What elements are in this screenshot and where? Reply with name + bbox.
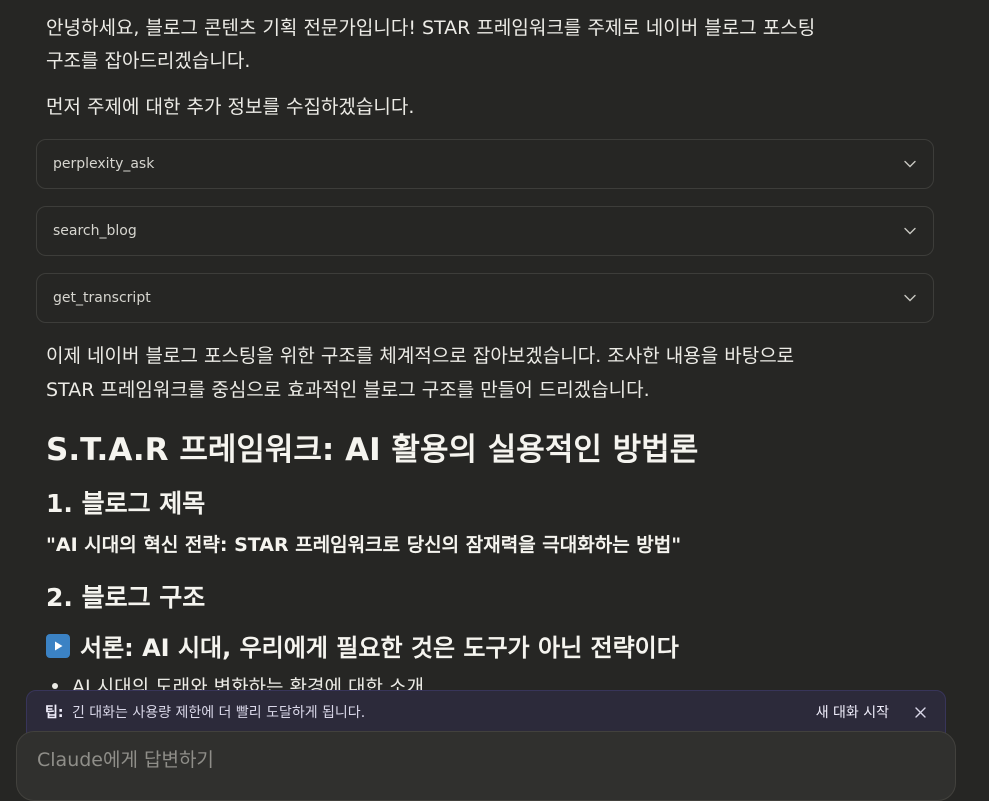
tool-call-name: perplexity_ask [53, 156, 155, 172]
after-tools-line-1: 이제 네이버 블로그 포스팅을 위한 구조를 체계적으로 잡아보겠습니다. 조사… [46, 345, 795, 367]
chevron-down-icon [903, 291, 917, 305]
intro-line-3: 먼저 주제에 대한 추가 정보를 수집하겠습니다. [46, 96, 415, 118]
reply-input[interactable] [35, 748, 919, 772]
tool-call-search-blog[interactable]: search_blog [36, 206, 934, 256]
blog-title-quote: "AI 시대의 혁신 전략: STAR 프레임워크로 당신의 잠재력을 극대화하… [46, 534, 682, 556]
tip-text-wrapper: 팁: 긴 대화는 사용량 제한에 더 빨리 도달하게 됩니다. [45, 702, 816, 722]
tip-text: 긴 대화는 사용량 제한에 더 빨리 도달하게 됩니다. [71, 705, 366, 721]
usage-tip-banner: 팁: 긴 대화는 사용량 제한에 더 빨리 도달하게 됩니다. 새 대화 시작 [26, 690, 946, 734]
intro-line-2: 구조를 잡아드리겠습니다. [46, 50, 251, 72]
tool-call-perplexity-ask[interactable]: perplexity_ask [36, 139, 934, 189]
close-icon[interactable] [913, 705, 927, 719]
intro-subheading: 서론: AI 시대, 우리에게 필요한 것은 도구가 아닌 전략이다 [46, 628, 679, 663]
chevron-down-icon [903, 157, 917, 171]
intro-line-1: 안녕하세요, 블로그 콘텐츠 기획 전문가입니다! STAR 프레임워크를 주제… [46, 17, 816, 39]
tool-call-get-transcript[interactable]: get_transcript [36, 273, 934, 323]
tip-label: 팁: [45, 705, 64, 721]
tool-call-name: get_transcript [53, 290, 151, 306]
tool-call-name: search_blog [53, 223, 137, 239]
section-1-heading: 1. 블로그 제목 [46, 489, 206, 518]
message-composer [16, 731, 956, 801]
chevron-down-icon [903, 224, 917, 238]
play-button-icon [46, 633, 70, 658]
new-chat-button[interactable]: 새 대화 시작 [816, 702, 889, 722]
intro-subheading-text: 서론: AI 시대, 우리에게 필요한 것은 도구가 아닌 전략이다 [80, 634, 679, 662]
after-tools-line-2: STAR 프레임워크를 중심으로 효과적인 블로그 구조를 만들어 드리겠습니다… [46, 379, 650, 401]
main-heading: S.T.A.R 프레임워크: AI 활용의 실용적인 방법론 [46, 432, 699, 468]
section-2-heading: 2. 블로그 구조 [46, 583, 206, 612]
bullet-dot [52, 682, 58, 689]
